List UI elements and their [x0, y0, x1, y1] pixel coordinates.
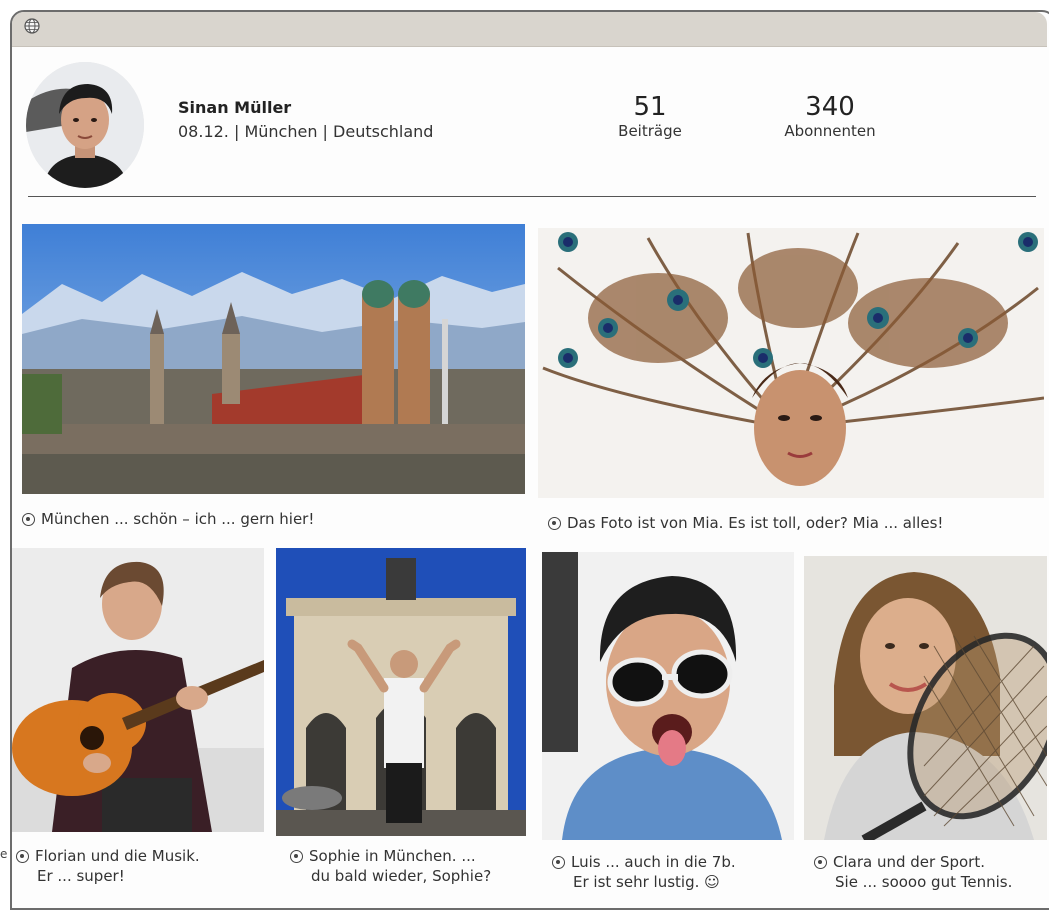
- posts-label: Beiträge: [618, 122, 682, 140]
- post-photo-munich[interactable]: [22, 224, 525, 494]
- caption-line: Sie ... soooo gut Tennis.: [835, 873, 1013, 891]
- caption-line: München ... schön – ich ... gern hier!: [41, 510, 315, 528]
- caption-line: Luis ... auch in die 7b.: [571, 853, 736, 871]
- location-icon[interactable]: [16, 850, 29, 863]
- followers-label: Abonnenten: [784, 122, 876, 140]
- location-icon[interactable]: [290, 850, 303, 863]
- caption-line: Er ist sehr lustig. ☺: [573, 873, 720, 891]
- post-caption: Das Foto ist von Mia. Es ist toll, oder?…: [548, 513, 943, 533]
- edge-text-fragment: e: [0, 847, 8, 861]
- post-caption: München ... schön – ich ... gern hier!: [22, 509, 314, 529]
- caption-line: Sophie in München. ...: [309, 847, 476, 865]
- post-caption: Luis ... auch in die 7b. Er ist sehr lus…: [552, 852, 736, 892]
- location-icon[interactable]: [814, 856, 827, 869]
- header-divider: [28, 196, 1036, 197]
- caption-line: Er ... super!: [37, 867, 125, 885]
- followers-stat[interactable]: 340 Abonnenten: [770, 92, 890, 140]
- caption-line: Clara und der Sport.: [833, 853, 985, 871]
- globe-icon[interactable]: [24, 18, 40, 34]
- followers-count: 340: [805, 92, 855, 122]
- post-photo-mia[interactable]: [538, 228, 1044, 498]
- post-photo-sophie[interactable]: [276, 548, 526, 836]
- post-photo-clara[interactable]: [804, 556, 1047, 840]
- post-caption: Florian und die Musik. Er ... super!: [16, 846, 200, 886]
- location-icon[interactable]: [548, 517, 561, 530]
- post-photo-luis[interactable]: [542, 552, 794, 840]
- posts-stat[interactable]: 51 Beiträge: [600, 92, 700, 140]
- profile-avatar[interactable]: [26, 62, 144, 188]
- post-caption: Sophie in München. ... du bald wieder, S…: [290, 846, 491, 886]
- caption-line: Florian und die Musik.: [35, 847, 200, 865]
- window-titlebar: [12, 12, 1047, 47]
- profile-name: Sinan Müller: [178, 98, 292, 117]
- location-icon[interactable]: [22, 513, 35, 526]
- post-caption: Clara und der Sport. Sie ... soooo gut T…: [814, 852, 1012, 892]
- location-icon[interactable]: [552, 856, 565, 869]
- caption-line: Das Foto ist von Mia. Es ist toll, oder?…: [567, 514, 944, 532]
- caption-line: du bald wieder, Sophie?: [311, 867, 492, 885]
- profile-details: 08.12. | München | Deutschland: [178, 122, 434, 141]
- post-photo-florian[interactable]: [12, 548, 264, 832]
- posts-count: 51: [633, 92, 667, 122]
